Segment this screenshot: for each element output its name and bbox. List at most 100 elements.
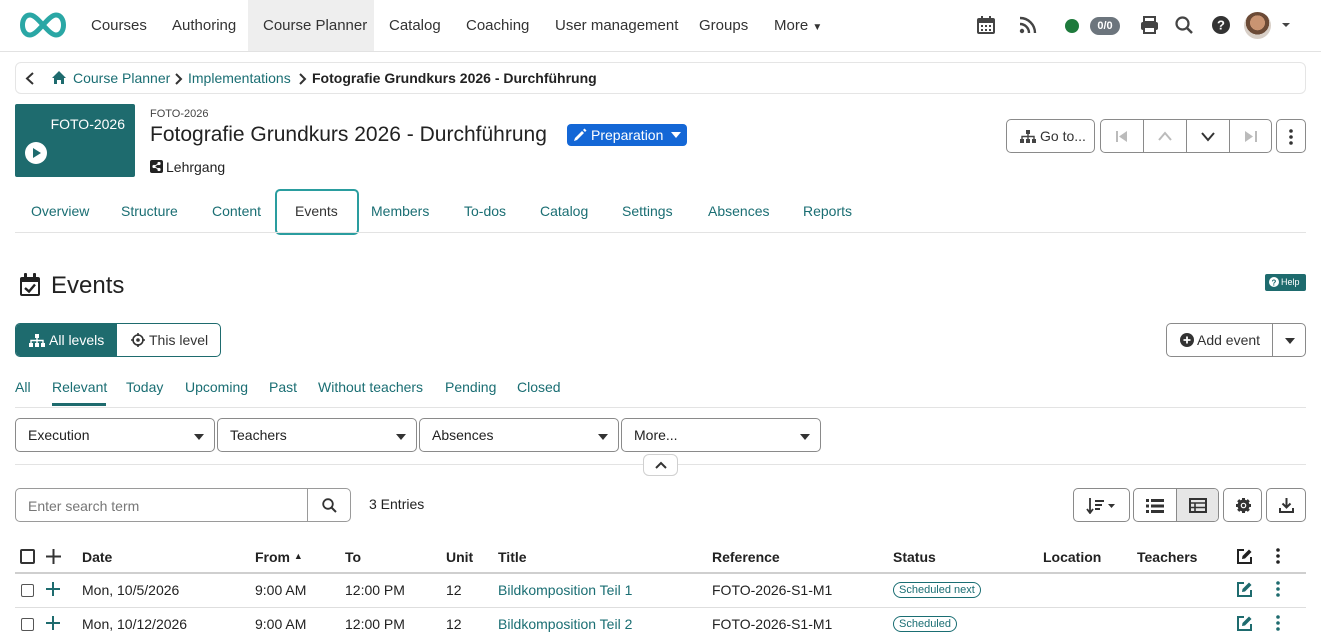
caret-down-icon (194, 434, 204, 440)
column-from-label: From (255, 549, 290, 565)
absences-dropdown[interactable]: Absences (419, 418, 619, 452)
tab-content[interactable]: Content (212, 203, 261, 219)
more-actions-button[interactable] (1276, 119, 1306, 153)
filter-pending[interactable]: Pending (445, 379, 496, 395)
home-icon[interactable] (51, 70, 67, 85)
caret-down-icon (671, 132, 681, 139)
print-icon[interactable] (1140, 16, 1159, 34)
mark-counter-badge[interactable]: 0/0 (1090, 17, 1120, 35)
edit-icon[interactable] (1236, 581, 1253, 598)
row-unit: 12 (446, 616, 462, 632)
filter-relevant[interactable]: Relevant (52, 379, 107, 395)
tab-members[interactable]: Members (371, 203, 429, 219)
row-options-icon[interactable] (1276, 615, 1280, 631)
goto-button[interactable]: Go to... (1006, 119, 1095, 153)
tab-structure[interactable]: Structure (121, 203, 178, 219)
search-icon[interactable] (1175, 16, 1193, 34)
filter-closed[interactable]: Closed (517, 379, 561, 395)
nav-user-management[interactable]: User management (540, 0, 693, 51)
status-label: Preparation (591, 127, 664, 143)
breadcrumb-course-planner[interactable]: Course Planner (73, 70, 170, 86)
row-options-icon[interactable] (1276, 581, 1280, 597)
filter-without-teachers[interactable]: Without teachers (318, 379, 423, 395)
previous-button[interactable] (1144, 120, 1187, 152)
absences-dropdown-label: Absences (432, 427, 494, 443)
openolat-logo-icon[interactable] (16, 11, 70, 39)
expand-row-icon[interactable] (46, 616, 60, 630)
filter-today[interactable]: Today (126, 379, 163, 395)
expand-row-icon[interactable] (46, 582, 60, 596)
calendar-icon[interactable] (977, 16, 995, 34)
row-checkbox[interactable] (21, 618, 34, 631)
select-all-checkbox[interactable] (20, 549, 35, 564)
filter-upcoming[interactable]: Upcoming (185, 379, 248, 395)
search-input[interactable]: Enter search term (15, 488, 308, 522)
nav-groups[interactable]: Groups (684, 0, 763, 51)
first-button[interactable] (1101, 120, 1144, 152)
external-reference: FOTO-2026 (150, 108, 209, 120)
nav-course-planner[interactable]: Course Planner (248, 0, 374, 51)
sort-button[interactable] (1073, 488, 1130, 522)
navigation-button-group (1100, 119, 1272, 153)
search-button[interactable] (307, 488, 351, 522)
course-thumbnail[interactable]: FOTO-2026 (15, 104, 135, 177)
edit-icon (1237, 549, 1252, 564)
filter-all[interactable]: All (15, 379, 31, 395)
nav-courses[interactable]: Courses (76, 0, 162, 51)
help-button[interactable]: ? Help (1265, 274, 1306, 291)
next-button[interactable] (1187, 120, 1230, 152)
teachers-dropdown[interactable]: Teachers (217, 418, 417, 452)
add-event-dropdown-button[interactable] (1273, 324, 1305, 356)
column-unit[interactable]: Unit (446, 549, 473, 565)
row-checkbox[interactable] (21, 584, 34, 597)
column-options-icon[interactable] (1276, 548, 1280, 564)
column-title[interactable]: Title (498, 549, 527, 565)
table-view-button[interactable] (1177, 489, 1218, 521)
edit-icon[interactable] (1236, 615, 1253, 632)
add-event-button[interactable]: Add event (1167, 324, 1273, 356)
column-date[interactable]: Date (82, 549, 112, 565)
filter-past[interactable]: Past (269, 379, 297, 395)
tab-reports[interactable]: Reports (803, 203, 852, 219)
breadcrumb-current: Fotografie Grundkurs 2026 - Durchführung (312, 70, 597, 86)
collapse-filters-button[interactable] (643, 454, 678, 476)
download-button[interactable] (1266, 488, 1306, 522)
tab-settings[interactable]: Settings (622, 203, 673, 219)
expand-all-icon[interactable] (46, 549, 61, 564)
back-icon[interactable] (25, 72, 35, 85)
all-levels-button[interactable]: All levels (16, 324, 117, 356)
tab-todos[interactable]: To-dos (464, 203, 506, 219)
tab-overview[interactable]: Overview (31, 203, 89, 219)
row-from: 9:00 AM (255, 582, 307, 598)
rss-icon[interactable] (1019, 16, 1037, 34)
table-settings-button[interactable] (1223, 488, 1262, 522)
user-avatar[interactable] (1244, 12, 1271, 39)
tab-absences[interactable]: Absences (708, 203, 769, 219)
column-location[interactable]: Location (1043, 549, 1101, 565)
tab-events[interactable]: Events (295, 203, 338, 219)
nav-authoring[interactable]: Authoring (157, 0, 251, 51)
help-icon[interactable]: ? (1212, 16, 1230, 34)
nav-coaching[interactable]: Coaching (451, 0, 544, 51)
execution-dropdown[interactable]: Execution (15, 418, 215, 452)
status-dropdown[interactable]: Preparation (567, 124, 687, 146)
this-level-button[interactable]: This level (117, 324, 220, 356)
row-title-link[interactable]: Bildkomposition Teil 1 (498, 582, 632, 598)
more-filters-dropdown[interactable]: More... (621, 418, 821, 452)
last-button[interactable] (1230, 120, 1271, 152)
column-from[interactable]: From ▲ (255, 549, 303, 565)
search-icon (322, 498, 337, 513)
row-title-link[interactable]: Bildkomposition Teil 2 (498, 616, 632, 632)
nav-catalog[interactable]: Catalog (374, 0, 456, 51)
caret-down-icon[interactable] (1281, 20, 1291, 30)
column-reference[interactable]: Reference (712, 549, 780, 565)
nav-more[interactable]: More ▼ (759, 0, 837, 51)
list-view-button[interactable] (1134, 489, 1177, 521)
column-status[interactable]: Status (893, 549, 936, 565)
column-to[interactable]: To (345, 549, 361, 565)
breadcrumb-implementations[interactable]: Implementations (188, 70, 291, 86)
column-teachers[interactable]: Teachers (1137, 549, 1197, 565)
tab-catalog[interactable]: Catalog (540, 203, 588, 219)
play-icon (25, 142, 47, 164)
online-status-icon[interactable] (1065, 19, 1079, 33)
